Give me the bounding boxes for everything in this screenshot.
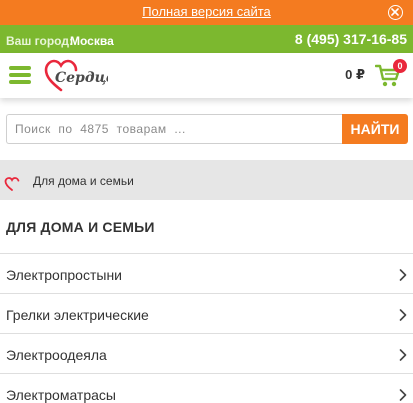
category-label: Электроматрасы [6,387,116,403]
category-item[interactable]: Электропростыни [0,253,413,293]
heart-home-icon[interactable] [4,177,20,191]
city-label: Ваш город: [6,34,73,48]
search-button[interactable]: НАЙТИ [342,114,408,144]
category-item[interactable]: Грелки электрические [0,293,413,333]
site-header: Сердце . 0 ₽ 0 [0,53,413,98]
page-title: ДЛЯ ДОМА И СЕМЬИ [6,219,155,235]
close-icon [391,8,399,16]
phone-number[interactable]: 8 (495) 317-16-85 [295,31,407,47]
city-bar: Ваш город: Москва 8 (495) 317-16-85 [0,25,413,53]
category-label: Электропростыни [6,267,122,283]
svg-text:Сердце: Сердце [55,70,108,86]
category-list: Электропростыни Грелки электрические Эле… [0,253,413,403]
category-label: Грелки электрические [6,307,149,323]
chevron-right-icon [399,349,407,361]
search-input[interactable] [6,114,344,144]
chevron-right-icon [399,389,407,401]
heart-logo-icon: Сердце . [44,59,115,92]
breadcrumb-current: Для дома и семьи [33,174,134,188]
breadcrumb: Для дома и семьи [0,160,413,200]
hamburger-menu-icon[interactable] [9,66,31,84]
full-version-link[interactable]: Полная версия сайта [0,4,413,19]
city-selector[interactable]: Москва [70,34,114,48]
top-banner: Полная версия сайта [0,0,413,25]
chevron-right-icon [399,269,407,281]
close-banner-button[interactable] [388,5,403,20]
chevron-right-icon [399,309,407,321]
site-logo[interactable]: Сердце . [44,59,115,93]
cart-total[interactable]: 0 ₽ [345,67,365,83]
search-bar: НАЙТИ [6,114,408,144]
svg-text:.: . [104,74,107,84]
category-label: Электроодеяла [6,347,107,363]
category-item[interactable]: Электроодеяла [0,333,413,373]
cart-count-badge: 0 [393,59,407,73]
category-item[interactable]: Электроматрасы [0,373,413,403]
